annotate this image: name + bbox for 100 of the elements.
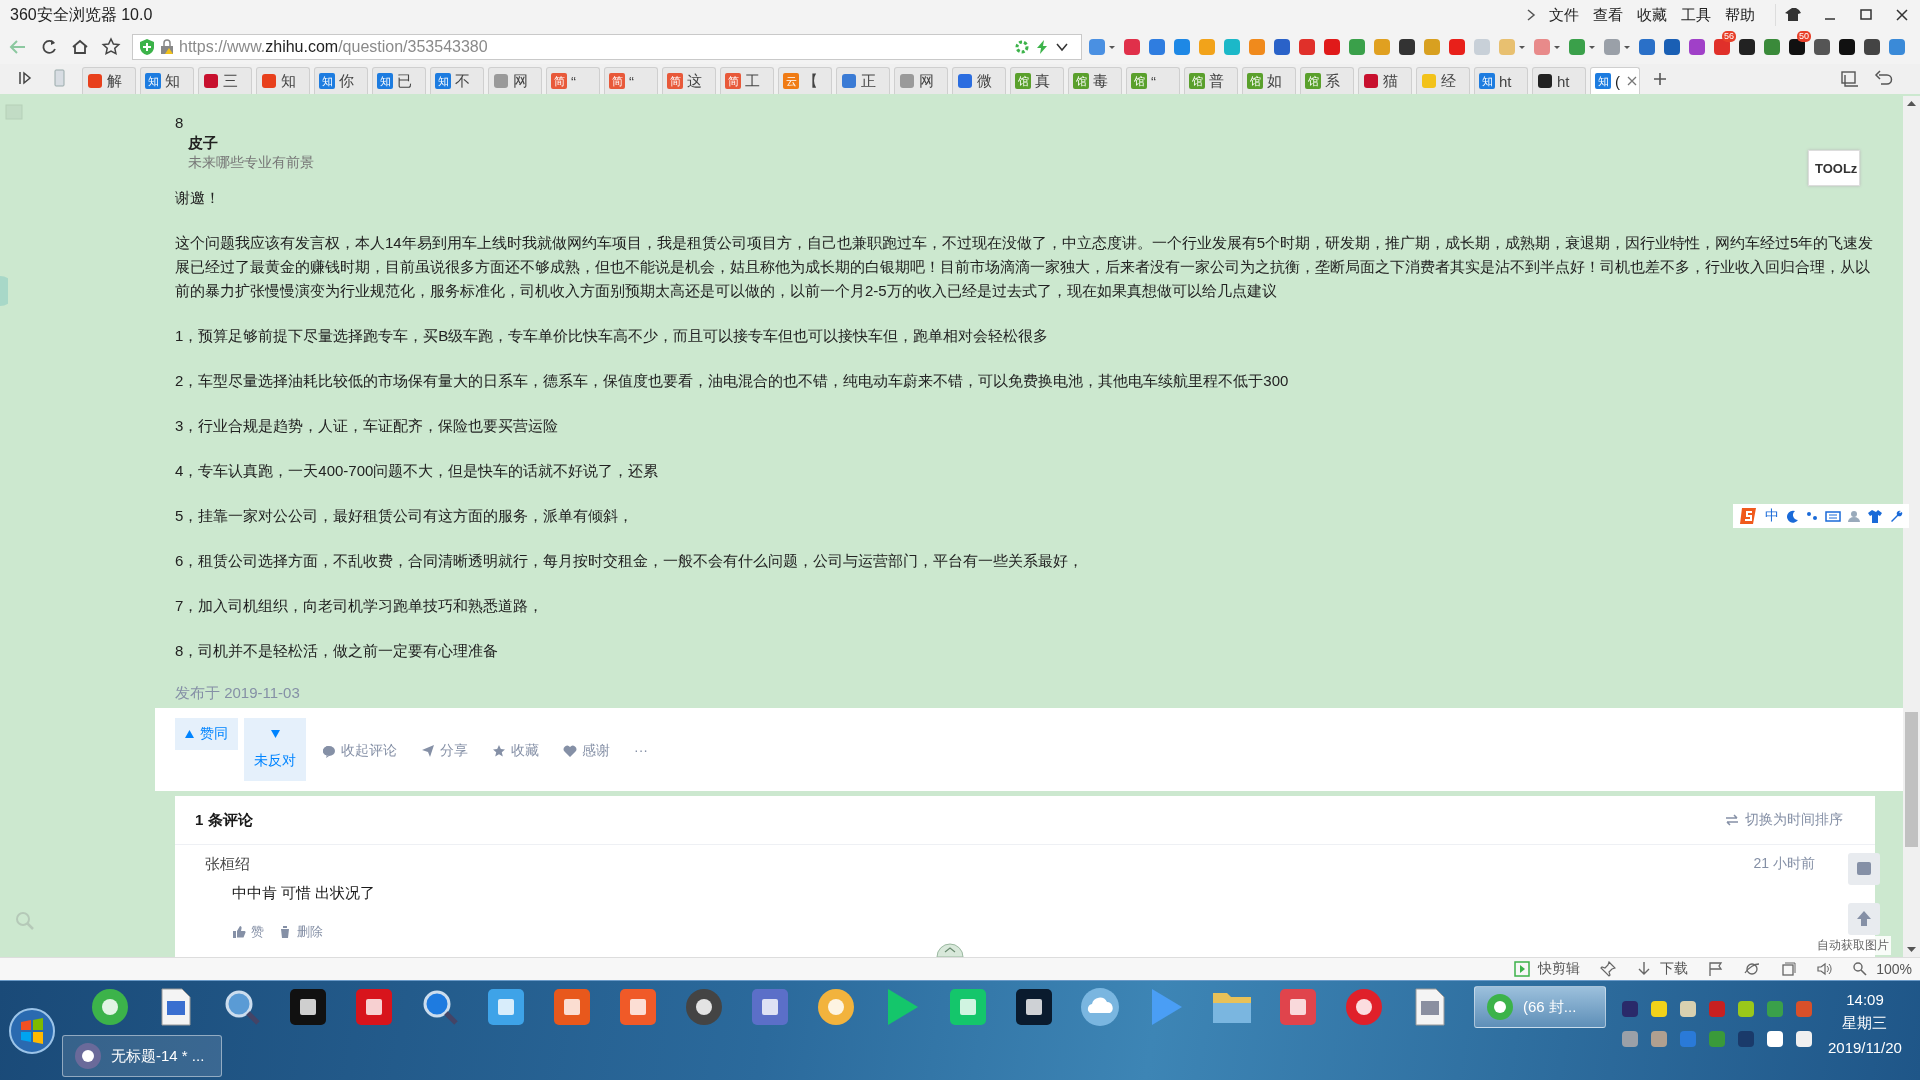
- browser-tab[interactable]: 网: [894, 67, 948, 94]
- clock-date: 2019/11/20: [1828, 1039, 1902, 1056]
- tab-label: 这: [687, 71, 702, 91]
- site-badge: 知: [145, 73, 161, 89]
- author-name[interactable]: 皮子: [175, 134, 218, 154]
- browser-tab[interactable]: 简 “: [546, 67, 600, 94]
- download-button[interactable]: 下载: [1636, 960, 1689, 978]
- browser-tab[interactable]: 知 你: [314, 67, 368, 94]
- answer-paragraph: 谢邀！: [175, 188, 220, 208]
- menu-item[interactable]: 工具: [1681, 5, 1711, 25]
- tab-label: ht: [1499, 72, 1512, 90]
- site-badge: 馆: [1305, 73, 1321, 89]
- input-mode-label[interactable]: 中: [1765, 507, 1779, 525]
- browser-tab[interactable]: 馆 “: [1126, 67, 1180, 94]
- answer-paragraph: 这个问题我应该有发言权，本人14年易到用车上线时我就做网约车项目，我是租赁公司项目方，自己也兼职跑过车，不过现在没做了，中立态度讲。一个行业发展有5个时期，研发期，推广期，成长期，成熟期，衰退期，因行业特性，网约车经过5年的飞速发展已经过了最黄金的赚钱时期，目前虽说很多方面还不够成熟，但也不能说是机会，姑且称他为成长期的白银期吧！目前市场滴滴一家独大，后来者没有一家公司为之抗衡，垄断局面之下消费者其实是沾不到半点好！司机也差不多，行业收入回归合理，从以前的暴力扩张慢慢演变为行业规范化，服务标准化，司机收入方面别预期太高还是可以做的，以前一个月2-5万的收入已经是过去式了，现在如果真想做可以给几点建议: [175, 233, 1875, 301]
- tab-label: 解: [107, 71, 122, 91]
- author-bio: 未来哪些专业有前景: [187, 154, 314, 172]
- browser-tab[interactable]: 解: [82, 67, 136, 94]
- address-field[interactable]: https://www.zhihu.com/question/353543380: [132, 34, 1082, 60]
- comment-count: 1 条评论: [195, 810, 253, 830]
- browser-tab[interactable]: 网: [488, 67, 542, 94]
- site-badge: 馆: [1189, 73, 1205, 89]
- site-badge: 知: [1479, 73, 1495, 89]
- site-badge: 简: [667, 73, 683, 89]
- site-badge: 知: [435, 73, 451, 89]
- site-badge: 云: [783, 73, 799, 89]
- browser-tab[interactable]: 知 ht: [1474, 67, 1528, 94]
- commenter-name[interactable]: 张桓绍: [205, 855, 250, 874]
- window-title: 360安全浏览器 10.0: [10, 4, 153, 25]
- clip-button[interactable]: 快剪辑: [1514, 960, 1581, 978]
- site-badge: 知: [377, 73, 393, 89]
- count-badge: 50: [1797, 31, 1811, 42]
- answer-paragraph: 1，预算足够前提下尽量选择跑专车，买B级车跑，专车单价比快车高不少，而且可以接专车但也可以接快车但，跑单相对会轻松很多: [175, 326, 1049, 346]
- zoom-button[interactable]: 100%: [1852, 961, 1912, 977]
- clock[interactable]: 14:09 星期三 2019/11/20: [1828, 991, 1902, 1056]
- clock-weekday: 星期三: [1842, 1014, 1888, 1033]
- tab-label: 不: [455, 71, 470, 91]
- browser-tab[interactable]: 三: [198, 67, 252, 94]
- tab-label: 你: [339, 71, 354, 91]
- browser-tab[interactable]: 馆 真: [1010, 67, 1064, 94]
- ime-toolbar[interactable]: 中: [1733, 504, 1909, 528]
- site-badge: 简: [725, 73, 741, 89]
- browser-tab[interactable]: 经: [1416, 67, 1470, 94]
- site-badge: 知: [1595, 73, 1611, 89]
- tab-label: 网: [919, 71, 934, 91]
- browser-tab[interactable]: 云 【: [778, 67, 832, 94]
- site-badge: 馆: [1015, 73, 1031, 89]
- answer-paragraph: 6，租赁公司选择方面，不乱收费，合同清晰透明就行，每月按时交租金，一般不会有什么问题，公司与运营部门，平台有一些关系最好，: [175, 551, 1084, 571]
- browser-tab[interactable]: 馆 毒: [1068, 67, 1122, 94]
- site-badge: 馆: [1131, 73, 1147, 89]
- answer-paragraph: 5，挂靠一家对公公司，最好租赁公司有这方面的服务，派单有倾斜，: [175, 506, 634, 526]
- url-text[interactable]: https://www.zhihu.com/question/353543380: [179, 38, 488, 56]
- menu-item[interactable]: 查看: [1593, 5, 1623, 25]
- tab-label: 微: [977, 71, 992, 91]
- browser-tab[interactable]: 正: [836, 67, 890, 94]
- clock-time: 14:09: [1846, 991, 1884, 1008]
- browser-tab[interactable]: 猫: [1358, 67, 1412, 94]
- taskbar-window-button[interactable]: 无标题-14 * ...: [62, 1035, 222, 1077]
- count-badge: 56: [1722, 31, 1736, 42]
- tab-label: (: [1615, 72, 1620, 90]
- tab-label: 猫: [1383, 71, 1398, 91]
- menu-item[interactable]: 帮助: [1725, 5, 1755, 25]
- tab-label: 知: [281, 71, 296, 91]
- tab-label: 正: [861, 71, 876, 91]
- browser-tab[interactable]: 知 (: [1590, 67, 1640, 94]
- tab-label: 已: [397, 71, 412, 91]
- browser-tab[interactable]: 微: [952, 67, 1006, 94]
- tab-label: ht: [1557, 72, 1570, 90]
- browser-tab[interactable]: 馆 系: [1300, 67, 1354, 94]
- browser-tab[interactable]: 简 工: [720, 67, 774, 94]
- answer-paragraph: 7，加入司机组织，向老司机学习跑单技巧和熟悉道路，: [175, 596, 544, 616]
- browser-tab[interactable]: 馆 普: [1184, 67, 1238, 94]
- browser-tab[interactable]: ht: [1532, 67, 1586, 94]
- tab-label: 工: [745, 71, 760, 91]
- browser-tab[interactable]: 知 知: [140, 67, 194, 94]
- browser-tab[interactable]: 简 “: [604, 67, 658, 94]
- toolz-button[interactable]: TOOLz: [1808, 150, 1860, 186]
- browser-tab[interactable]: 知 已: [372, 67, 426, 94]
- browser-tab[interactable]: 简 这: [662, 67, 716, 94]
- answer-number: 8: [175, 114, 184, 133]
- auto-image-label[interactable]: 自动获取图片: [1815, 936, 1891, 955]
- site-badge: 馆: [1073, 73, 1089, 89]
- browser-tab[interactable]: 知 不: [430, 67, 484, 94]
- answer-paragraph: 2，车型尽量选择油耗比较低的市场保有量大的日系车，德系车，保值度也要看，油电混合的也不错，纯电动车蔚来不错，可以免费换电池，其他电车续航里程不低于300: [175, 371, 1289, 391]
- tab-label: 如: [1267, 71, 1282, 91]
- site-badge: 简: [551, 73, 567, 89]
- site-badge: 知: [319, 73, 335, 89]
- tab-label: 毒: [1093, 71, 1108, 91]
- comment-text: 中中肯 可惜 出状况了: [231, 884, 377, 903]
- tab-label: 三: [223, 71, 238, 91]
- menu-item[interactable]: 收藏: [1637, 5, 1667, 25]
- tab-label: 知: [165, 71, 180, 91]
- answer-paragraph: 4，专车认真跑，一天400-700问题不大，但是快车的话就不好说了，还累: [175, 461, 659, 481]
- tab-label: 【: [803, 71, 818, 91]
- browser-tab[interactable]: 知: [256, 67, 310, 94]
- browser-tab[interactable]: 馆 如: [1242, 67, 1296, 94]
- tab-label: “: [571, 72, 576, 90]
- tab-label: 系: [1325, 71, 1340, 91]
- menu-item[interactable]: 文件: [1549, 5, 1579, 25]
- tab-label: 经: [1441, 71, 1456, 91]
